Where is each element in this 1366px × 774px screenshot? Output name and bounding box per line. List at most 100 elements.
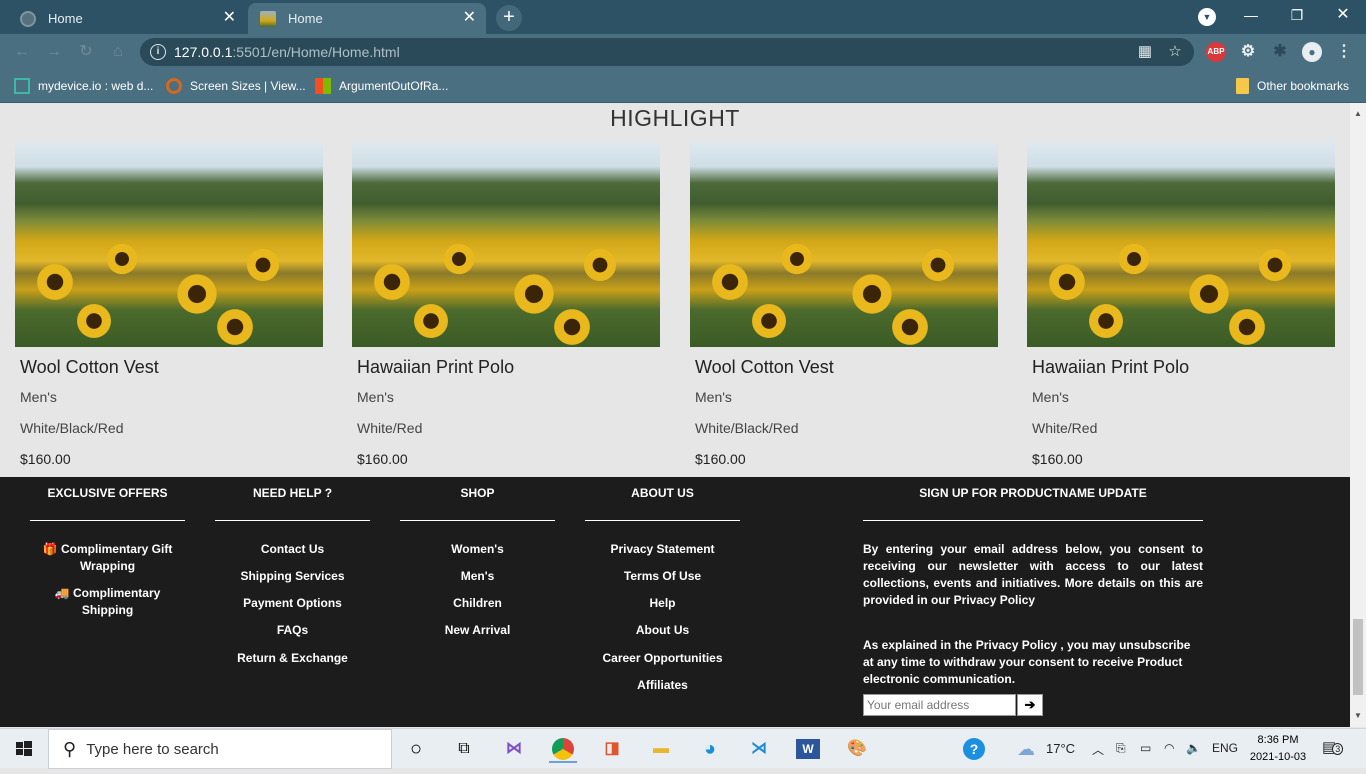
weather-temperature[interactable]: 17°C	[1046, 741, 1075, 756]
footer-link[interactable]: Payment Options	[215, 595, 370, 612]
language-indicator[interactable]: ENG	[1212, 741, 1238, 755]
qr-code-icon[interactable]: ▦	[1136, 43, 1154, 61]
weather-cloud-icon[interactable]: ☁	[1012, 735, 1040, 763]
battery-icon[interactable]: ▭	[1140, 741, 1151, 755]
product-name[interactable]: Hawaiian Print Polo	[357, 357, 660, 378]
footer-link-shipping[interactable]: 🚚 Complimentary Shipping	[30, 585, 185, 619]
footer-link[interactable]: About Us	[585, 622, 740, 639]
footer-heading: SIGN UP FOR PRODUCTNAME UPDATE	[919, 486, 1147, 500]
word-icon[interactable]: W	[794, 735, 822, 763]
menu-kebab-icon[interactable]: ⋮	[1334, 42, 1354, 62]
close-window-icon[interactable]: ✕	[1320, 4, 1366, 28]
footer-link[interactable]: Men's	[400, 568, 555, 585]
restore-icon[interactable]: ❐	[1274, 4, 1320, 28]
other-bookmarks-folder[interactable]: Other bookmarks	[1236, 77, 1349, 95]
adblock-extension-icon[interactable]: ABP	[1206, 42, 1226, 62]
visual-studio-icon[interactable]: ⋈	[500, 735, 528, 763]
profile-avatar-icon[interactable]: ●	[1302, 42, 1322, 62]
product-name[interactable]: Wool Cotton Vest	[20, 357, 323, 378]
home-icon[interactable]: ⌂	[108, 42, 128, 62]
footer-link[interactable]: Children	[400, 595, 555, 612]
product-card[interactable]: Hawaiian Print Polo Men's White/Red $160…	[1027, 142, 1335, 467]
bookmark-item[interactable]: Screen Sizes | View...	[166, 77, 306, 95]
product-card[interactable]: Wool Cotton Vest Men's White/Black/Red $…	[690, 142, 998, 467]
close-tab-icon[interactable]: ✕	[223, 10, 236, 26]
page-scrollbar[interactable]: ▲ ▼	[1350, 103, 1366, 727]
wifi-icon[interactable]: ◠	[1164, 741, 1174, 755]
forward-icon[interactable]: →	[44, 42, 64, 62]
product-image[interactable]	[352, 142, 660, 347]
help-icon[interactable]: ?	[960, 735, 988, 763]
footer-link[interactable]: Return & Exchange	[215, 650, 370, 667]
footer-link[interactable]: New Arrival	[400, 622, 555, 639]
reload-icon[interactable]: ↻	[76, 42, 96, 62]
task-view-icon[interactable]: ⧉	[450, 735, 478, 763]
product-color: White/Red	[1032, 420, 1098, 436]
volume-icon[interactable]: 🔈	[1186, 741, 1201, 755]
bookmark-label: Other bookmarks	[1257, 79, 1350, 93]
product-card[interactable]: Hawaiian Print Polo Men's White/Red $160…	[352, 142, 660, 467]
start-button[interactable]	[0, 729, 48, 769]
close-tab-icon[interactable]: ✕	[463, 10, 476, 26]
divider	[863, 520, 1203, 521]
scrollbar-thumb[interactable]	[1353, 619, 1363, 695]
email-input[interactable]	[863, 694, 1016, 716]
clock-date: 2021-10-03	[1249, 751, 1307, 763]
browser-tab-strip: Home ✕ Home ✕ + ▼ — ❐ ✕	[0, 0, 1366, 34]
bookmark-item[interactable]: ArgumentOutOfRa...	[315, 77, 448, 95]
taskbar-clock[interactable]: 8:36 PM 2021-10-03	[1242, 732, 1314, 766]
microsoft-favicon-icon	[315, 78, 331, 94]
product-image[interactable]	[690, 142, 998, 347]
signup-consent-text: By entering your email address below, yo…	[863, 542, 1203, 607]
tray-chevron-up-icon[interactable]: ︿	[1092, 741, 1104, 758]
edge-icon[interactable]: ◕	[696, 735, 724, 763]
bookmark-label: Screen Sizes | View...	[190, 79, 306, 93]
minimize-icon[interactable]: —	[1228, 4, 1274, 28]
browser-tab[interactable]: Home ✕	[8, 3, 246, 34]
scroll-down-arrow-icon[interactable]: ▼	[1354, 711, 1362, 720]
search-icon: ⚲	[63, 738, 77, 759]
notification-center-icon[interactable]: ▤3	[1322, 738, 1344, 756]
product-image[interactable]	[15, 142, 323, 347]
site-info-icon[interactable]: i	[150, 44, 166, 60]
back-icon[interactable]: ←	[12, 42, 32, 62]
product-card[interactable]: Wool Cotton Vest Men's White/Black/Red $…	[15, 142, 323, 467]
gear-extension-icon[interactable]: ⚙	[1238, 42, 1258, 62]
tab-search-icon[interactable]: ▼	[1198, 8, 1216, 26]
mydevice-favicon-icon	[14, 78, 30, 94]
file-explorer-icon[interactable]: ▬	[647, 735, 675, 763]
windows-logo-icon	[16, 741, 32, 756]
product-name[interactable]: Wool Cotton Vest	[695, 357, 998, 378]
footer-link[interactable]: Affiliates	[585, 677, 740, 694]
submit-arrow-button[interactable]: ➔	[1017, 694, 1043, 716]
chrome-icon[interactable]	[549, 735, 577, 763]
scroll-up-arrow-icon[interactable]: ▲	[1354, 109, 1362, 118]
tray-device-icon[interactable]: ⎘	[1116, 741, 1126, 756]
product-name[interactable]: Hawaiian Print Polo	[1032, 357, 1335, 378]
footer-link[interactable]: Terms Of Use	[585, 568, 740, 585]
url-text[interactable]: 127.0.0.1:5501/en/Home/Home.html	[174, 44, 400, 60]
paint-icon[interactable]: 🎨	[843, 735, 871, 763]
footer-link[interactable]: Career Opportunities	[585, 650, 740, 667]
office-icon[interactable]: ◨	[598, 735, 626, 763]
vscode-icon[interactable]: ⋊	[745, 735, 773, 763]
extensions-puzzle-icon[interactable]: ✱	[1270, 42, 1290, 62]
footer-link[interactable]: Women's	[400, 541, 555, 558]
taskbar-search-box[interactable]: ⚲ Type here to search	[48, 729, 392, 769]
bookmark-item[interactable]: mydevice.io : web d...	[14, 77, 153, 95]
footer-link[interactable]: Shipping Services	[215, 568, 370, 585]
footer-heading: NEED HELP ?	[252, 486, 333, 500]
footer-link[interactable]: FAQs	[215, 622, 370, 639]
product-image[interactable]	[1027, 142, 1335, 347]
footer-link[interactable]: Help	[585, 595, 740, 612]
bookmark-star-icon[interactable]: ☆	[1166, 43, 1184, 61]
address-bar[interactable]: i 127.0.0.1:5501/en/Home/Home.html ▦ ☆	[140, 38, 1194, 66]
footer-link[interactable]: Privacy Statement	[585, 541, 740, 558]
bookmarks-bar: mydevice.io : web d... Screen Sizes | Vi…	[0, 70, 1366, 103]
new-tab-button[interactable]: +	[496, 5, 522, 31]
cortana-icon[interactable]: ○	[402, 735, 430, 763]
footer-link-gift-wrapping[interactable]: 🎁 Complimentary Gift Wrapping	[30, 541, 185, 575]
browser-tab-active[interactable]: Home ✕	[248, 3, 486, 34]
section-title: HIGHLIGHT	[610, 105, 740, 131]
footer-link[interactable]: Contact Us	[215, 541, 370, 558]
